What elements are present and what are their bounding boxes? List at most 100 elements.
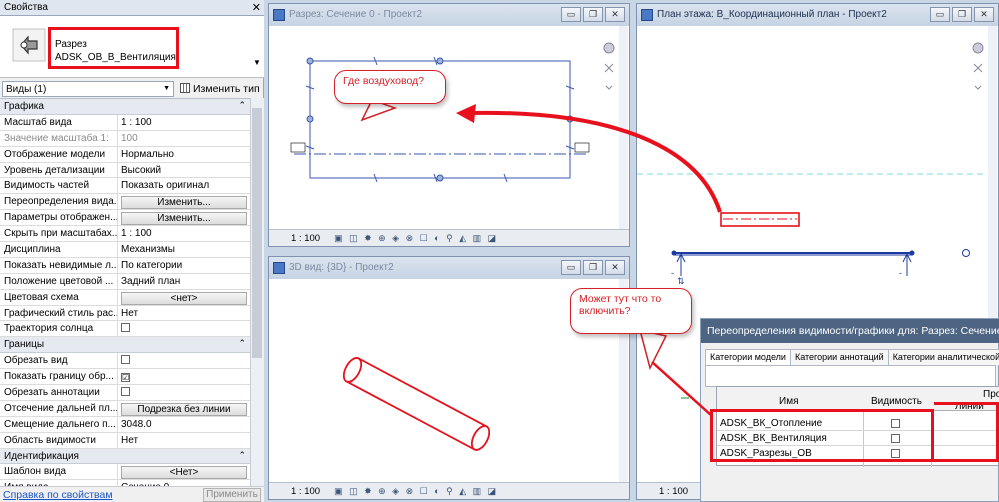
- edit-button[interactable]: Изменить...: [121, 212, 247, 226]
- chevron-up-icon[interactable]: ⌃: [238, 338, 246, 349]
- property-row[interactable]: Отсечение дальней пл... Подрезка без лини…: [0, 400, 250, 417]
- edit-type-button[interactable]: Изменить тип: [180, 83, 260, 95]
- scale-label[interactable]: 1 : 100: [659, 486, 688, 497]
- dialog-title[interactable]: Переопределения видимости/графики для: Р…: [701, 319, 999, 343]
- property-row[interactable]: Уровень детализации Высокий: [0, 162, 250, 179]
- close-button[interactable]: ✕: [605, 260, 625, 275]
- lines-column-highlight: [934, 402, 999, 462]
- property-value[interactable]: Показать оригинал: [118, 178, 250, 193]
- property-value[interactable]: ☑: [118, 369, 250, 384]
- property-row[interactable]: Значение масштаба 1: 100: [0, 130, 250, 147]
- tab-analytical-categories[interactable]: Категории аналитической моде...: [887, 349, 999, 365]
- checkbox[interactable]: [121, 355, 130, 365]
- property-row[interactable]: Обрезать аннотации: [0, 385, 250, 401]
- chevron-up-icon[interactable]: ⌃: [238, 450, 246, 461]
- property-row[interactable]: Смещение дальнего п... 3048.0: [0, 416, 250, 433]
- property-row[interactable]: Отображение модели Нормально: [0, 146, 250, 163]
- tab-model-categories[interactable]: Категории модели: [705, 349, 791, 365]
- views-filter-select[interactable]: Виды (1) ▼: [2, 81, 174, 97]
- window-title: Разрез: Сечение 0 - Проект2: [289, 9, 423, 20]
- property-value[interactable]: Подрезка без линии: [118, 401, 250, 416]
- restore-button[interactable]: ❐: [583, 7, 603, 22]
- checkbox[interactable]: [121, 387, 130, 397]
- svg-text:-: -: [671, 268, 674, 278]
- edit-button[interactable]: <нет>: [121, 291, 247, 305]
- restore-button[interactable]: ❐: [952, 7, 972, 22]
- chevron-up-icon[interactable]: ⌃: [238, 100, 246, 111]
- svg-text:-: -: [899, 268, 902, 278]
- property-name: Обрезать вид: [0, 353, 118, 369]
- navigation-bar-icon[interactable]: [971, 38, 985, 108]
- tab-annotation-categories[interactable]: Категории аннотаций: [789, 349, 889, 365]
- property-row[interactable]: Положение цветовой ... Задний план: [0, 273, 250, 290]
- property-row[interactable]: Шаблон вида <Нет>: [0, 464, 250, 481]
- edit-type-label: Изменить тип: [193, 83, 260, 95]
- property-value[interactable]: [118, 353, 250, 368]
- minimize-button[interactable]: ▭: [561, 260, 581, 275]
- property-value[interactable]: <Нет>: [118, 464, 250, 480]
- property-value[interactable]: 1 : 100: [118, 226, 250, 241]
- property-row[interactable]: Цветовая схема <нет>: [0, 289, 250, 306]
- close-button[interactable]: ✕: [605, 7, 625, 22]
- edit-button[interactable]: Изменить...: [121, 196, 247, 210]
- properties-palette: Свойства ✕ Разрез ADSK_ОВ_В_Вентиляция ▼…: [0, 0, 264, 502]
- checkbox[interactable]: [121, 323, 130, 333]
- property-value[interactable]: Высокий: [118, 163, 250, 178]
- section-view-window[interactable]: Разрез: Сечение 0 - Проект2 ▭ ❐ ✕ 1 : 10…: [268, 3, 630, 247]
- column-header-name[interactable]: Имя: [779, 396, 798, 407]
- property-value[interactable]: Изменить...: [118, 210, 250, 226]
- property-name: Уровень детализации: [0, 162, 118, 178]
- properties-help-link[interactable]: Справка по свойствам: [3, 489, 113, 501]
- property-row[interactable]: Показать границу обр... ☑: [0, 369, 250, 386]
- property-row[interactable]: Показать невидимые л... По категории: [0, 257, 250, 274]
- property-value[interactable]: Нормально: [118, 147, 250, 162]
- property-value[interactable]: 100: [118, 131, 250, 146]
- property-value[interactable]: Нет: [118, 433, 250, 448]
- apply-button[interactable]: Применить: [203, 488, 261, 502]
- property-value[interactable]: [118, 385, 250, 400]
- close-button[interactable]: ✕: [974, 7, 994, 22]
- property-value[interactable]: Нет: [118, 306, 250, 321]
- scrollbar-thumb[interactable]: [252, 108, 262, 358]
- section-scrollbar[interactable]: [619, 26, 628, 231]
- section-header-bounds[interactable]: Границы ⌃: [0, 337, 250, 354]
- checkbox[interactable]: ☑: [121, 373, 130, 383]
- property-row[interactable]: Параметры отображен... Изменить...: [0, 210, 250, 227]
- minimize-button[interactable]: ▭: [561, 7, 581, 22]
- scale-label[interactable]: 1 : 100: [291, 233, 320, 244]
- property-value[interactable]: По категории: [118, 258, 250, 273]
- property-value[interactable]: 1 : 100: [118, 115, 250, 130]
- view-control-tools-icon[interactable]: ▣ ◫ ✸ ⊕ ◈ ⊗ ☐ ◐ ⚲ ◭ ▥ ◪: [334, 486, 498, 497]
- property-value[interactable]: <нет>: [118, 290, 250, 305]
- edit-button[interactable]: <Нет>: [121, 466, 247, 480]
- property-value[interactable]: [118, 321, 250, 336]
- callout-where-duct: Где воздуховод?: [334, 70, 446, 104]
- property-value[interactable]: 3048.0: [118, 417, 250, 432]
- property-name: Параметры отображен...: [0, 210, 118, 226]
- property-row[interactable]: Масштаб вида 1 : 100: [0, 114, 250, 131]
- scale-label[interactable]: 1 : 100: [291, 486, 320, 497]
- property-value[interactable]: Изменить...: [118, 194, 250, 210]
- close-icon[interactable]: ✕: [252, 1, 261, 14]
- property-row[interactable]: Обрезать вид: [0, 353, 250, 370]
- edit-button[interactable]: Подрезка без линии: [121, 402, 247, 416]
- section-header-graphics[interactable]: Графика ⌃: [0, 99, 250, 115]
- property-row[interactable]: Видимость частей Показать оригинал: [0, 178, 250, 195]
- minimize-button[interactable]: ▭: [930, 7, 950, 22]
- column-header-visibility[interactable]: Видимость: [871, 396, 922, 407]
- view-control-tools-icon[interactable]: ▣ ◫ ✸ ⊕ ◈ ⊗ ☐ ◐ ⚲ ◭ ▥ ◪: [334, 233, 498, 244]
- property-row[interactable]: Траектория солнца: [0, 321, 250, 338]
- chevron-down-icon[interactable]: ▼: [253, 58, 261, 67]
- property-row[interactable]: Скрыть при масштабах... 1 : 100: [0, 226, 250, 243]
- property-value[interactable]: Задний план: [118, 274, 250, 289]
- section-header-identity[interactable]: Идентификация ⌃: [0, 448, 250, 465]
- navigation-bar-icon[interactable]: [602, 38, 616, 108]
- property-row[interactable]: Дисциплина Механизмы: [0, 242, 250, 258]
- property-name: Графический стиль рас...: [0, 305, 118, 321]
- property-name: Переопределения вида...: [0, 194, 118, 210]
- property-row[interactable]: Графический стиль рас... Нет: [0, 305, 250, 322]
- property-value[interactable]: Механизмы: [118, 242, 250, 257]
- property-row[interactable]: Область видимости Нет: [0, 432, 250, 449]
- property-row[interactable]: Переопределения вида... Изменить...: [0, 194, 250, 211]
- restore-button[interactable]: ❐: [583, 260, 603, 275]
